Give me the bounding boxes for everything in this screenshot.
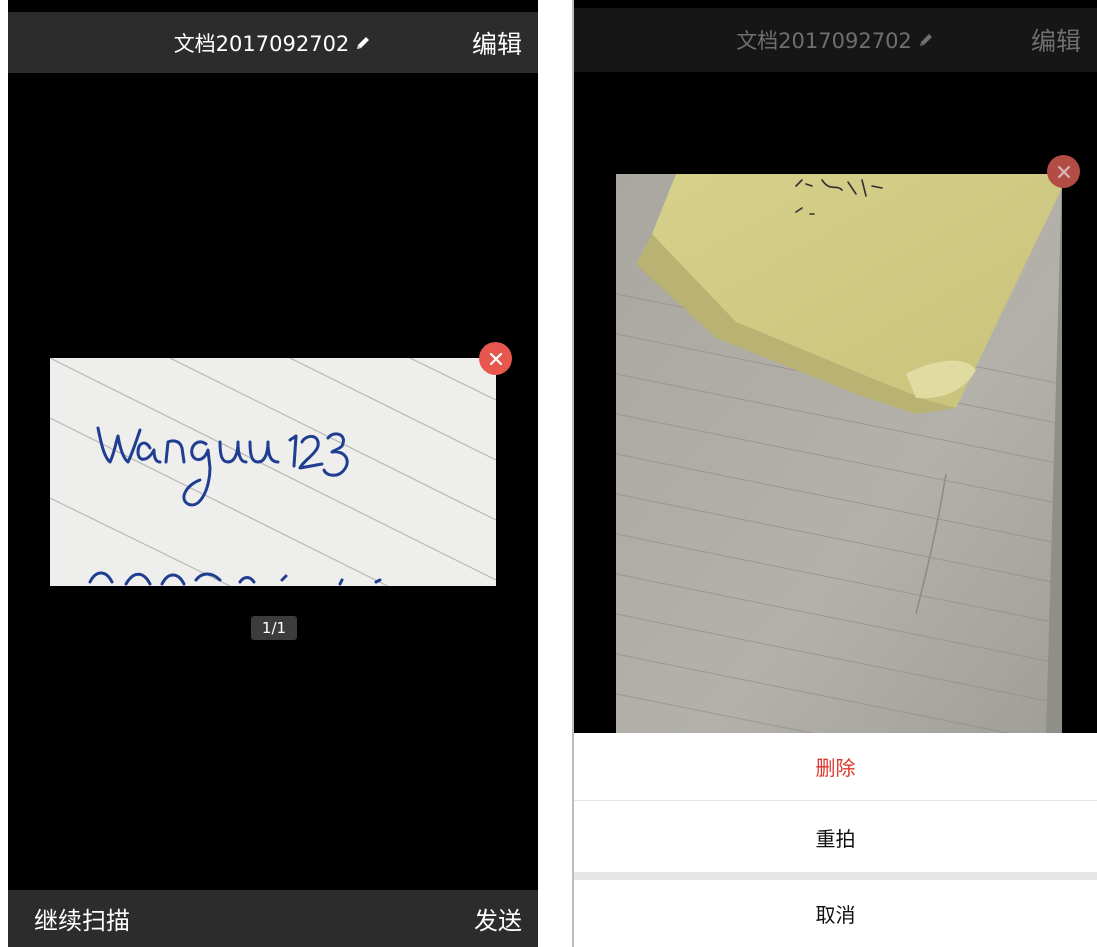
document-title-text: 文档2017092702 [736,29,912,53]
top-navbar: 文档2017092702 编辑 [8,12,538,73]
photo-page-image [616,174,1062,734]
close-icon[interactable] [479,342,512,375]
document-title: 文档2017092702 [574,8,1097,72]
document-title-text: 文档2017092702 [173,31,350,56]
handwriting-scan [50,358,496,586]
edit-button[interactable]: 编辑 [472,12,522,73]
send-button[interactable]: 发送 [474,890,522,947]
top-navbar-dimmed: 文档2017092702 编辑 [574,8,1097,72]
action-sheet-separator [574,872,1097,880]
close-icon [1047,155,1080,188]
scanned-page-image[interactable] [50,358,496,586]
bottom-toolbar: 继续扫描 发送 [8,890,538,947]
action-sheet: 删除 重拍 取消 [574,733,1097,947]
document-title[interactable]: 文档2017092702 [8,12,538,73]
delete-button[interactable]: 删除 [574,733,1097,801]
page-action-screen: 文档2017092702 编辑 删除 重拍 取消 [574,0,1097,947]
notebook-photo [616,174,1062,734]
pencil-icon[interactable] [354,34,372,52]
continue-scan-button[interactable]: 继续扫描 [34,890,130,947]
pencil-icon [917,31,935,49]
scan-preview-screen: 文档2017092702 编辑 1/1 继续扫描 发送 [8,0,538,947]
retake-button[interactable]: 重拍 [574,802,1097,872]
page-indicator: 1/1 [251,616,297,640]
cancel-button[interactable]: 取消 [574,880,1097,947]
edit-button: 编辑 [1030,27,1081,56]
